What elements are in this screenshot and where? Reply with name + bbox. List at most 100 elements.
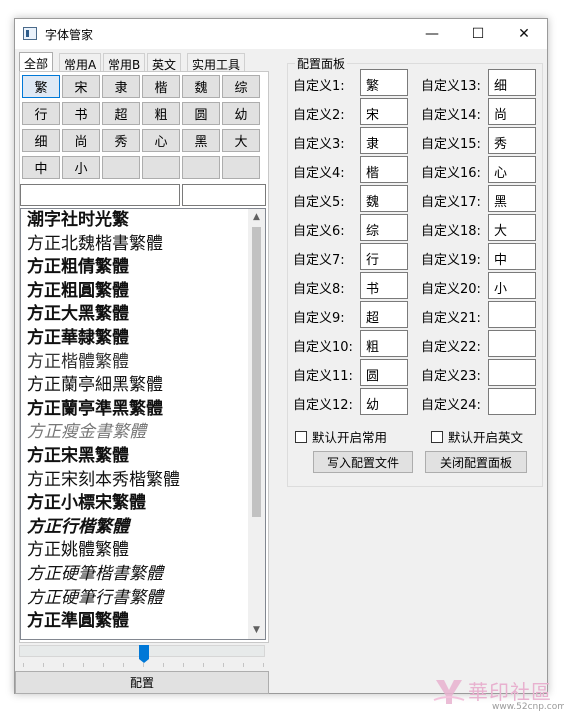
custom-field-20[interactable]: 小 [488, 272, 536, 299]
default-common-checkbox[interactable]: 默认开启常用 [295, 427, 387, 446]
font-button-繁[interactable]: 繁 [22, 75, 60, 98]
minimize-button[interactable]: — [409, 19, 455, 49]
font-button-隶[interactable]: 隶 [102, 75, 140, 98]
custom-label: 自定义24: [421, 398, 481, 413]
scroll-up-icon[interactable]: ▲ [248, 209, 265, 226]
custom-field-16[interactable]: 心 [488, 156, 536, 183]
font-button-黑[interactable]: 黑 [182, 129, 220, 152]
font-button-心[interactable]: 心 [142, 129, 180, 152]
list-item[interactable]: 方正硬筆行書繁體 [27, 587, 249, 611]
font-button-综[interactable]: 综 [222, 75, 260, 98]
list-item[interactable]: 方正粗倩繁體 [27, 256, 249, 280]
custom-field-14[interactable]: 尚 [488, 98, 536, 125]
tab-common-b[interactable]: 常用B [103, 53, 146, 72]
list-scrollbar[interactable]: ▲ ▼ [248, 209, 265, 639]
tab-common-a[interactable]: 常用A [59, 53, 102, 72]
scroll-down-icon[interactable]: ▼ [248, 622, 265, 639]
custom-field-21[interactable] [488, 301, 536, 328]
tab-tools[interactable]: 实用工具 [187, 53, 246, 72]
font-size-slider[interactable] [19, 643, 269, 673]
font-button-大[interactable]: 大 [222, 129, 260, 152]
tab-all[interactable]: 全部 [19, 52, 54, 72]
watermark-text: 華印社區 [468, 680, 552, 704]
custom-field-1[interactable]: 繁 [360, 69, 408, 96]
slider-tick [243, 663, 244, 667]
close-config-panel-button[interactable]: 关闭配置面板 [425, 451, 527, 473]
font-button-超[interactable]: 超 [102, 102, 140, 125]
custom-field-10[interactable]: 粗 [360, 330, 408, 357]
list-item[interactable]: 方正姚體繁體 [27, 539, 249, 563]
custom-field-6[interactable]: 综 [360, 214, 408, 241]
slider-handle[interactable] [139, 645, 149, 663]
custom-field-2[interactable]: 宋 [360, 98, 408, 125]
font-button-行[interactable]: 行 [22, 102, 60, 125]
custom-field-23[interactable] [488, 359, 536, 386]
font-button-楷[interactable]: 楷 [142, 75, 180, 98]
font-button-细[interactable]: 细 [22, 129, 60, 152]
font-listbox[interactable]: 潮字社时光繁 方正北魏楷書繁體 方正粗倩繁體 方正粗圓繁體 方正大黑繁體 方正華… [20, 208, 266, 640]
font-button-幼[interactable]: 幼 [222, 102, 260, 125]
custom-field-24[interactable] [488, 388, 536, 415]
default-english-checkbox[interactable]: 默认开启英文 [431, 427, 523, 446]
font-button-empty[interactable] [102, 156, 140, 179]
app-window: 字体管家 — ☐ ✕ 全部 常用A 常用B 英文 实用工具 繁 宋 隶 楷 魏 … [14, 18, 548, 694]
checkbox-box[interactable] [295, 430, 307, 443]
font-button-empty[interactable] [142, 156, 180, 179]
font-button-中[interactable]: 中 [22, 156, 60, 179]
custom-label: 自定义9: [293, 311, 345, 326]
font-button-书[interactable]: 书 [62, 102, 100, 125]
slider-tick [123, 663, 124, 667]
custom-field-18[interactable]: 大 [488, 214, 536, 241]
custom-field-12[interactable]: 幼 [360, 388, 408, 415]
font-button-圆[interactable]: 圆 [182, 102, 220, 125]
list-item[interactable]: 方正蘭亭準黑繁體 [27, 398, 249, 422]
font-button-empty[interactable] [182, 156, 220, 179]
custom-field-3[interactable]: 隶 [360, 127, 408, 154]
custom-field-13[interactable]: 细 [488, 69, 536, 96]
list-item[interactable]: 方正硬筆楷書繁體 [27, 563, 249, 587]
sample-text-input[interactable] [182, 184, 266, 206]
custom-field-15[interactable]: 秀 [488, 127, 536, 154]
list-item[interactable]: 方正大黑繁體 [27, 303, 249, 327]
scroll-thumb[interactable] [252, 227, 261, 517]
list-item[interactable]: 方正華隸繁體 [27, 327, 249, 351]
font-button-empty[interactable] [222, 156, 260, 179]
search-input[interactable] [20, 184, 180, 206]
custom-field-9[interactable]: 超 [360, 301, 408, 328]
custom-field-11[interactable]: 圆 [360, 359, 408, 386]
list-item[interactable]: 方正楷體繁體 [27, 351, 249, 375]
list-item[interactable]: 方正北魏楷書繁體 [27, 233, 249, 257]
font-button-宋[interactable]: 宋 [62, 75, 100, 98]
list-item[interactable]: 方正瘦金書繁體 [27, 421, 249, 445]
list-item[interactable]: 方正行楷繁體 [27, 516, 249, 540]
list-item[interactable]: 方正小標宋繁體 [27, 492, 249, 516]
slider-tick [163, 663, 164, 667]
font-button-小[interactable]: 小 [62, 156, 100, 179]
custom-field-8[interactable]: 书 [360, 272, 408, 299]
list-item[interactable]: 方正蘭亭細黑繁體 [27, 374, 249, 398]
custom-field-7[interactable]: 行 [360, 243, 408, 270]
custom-label: 自定义18: [421, 224, 481, 239]
font-button-尚[interactable]: 尚 [62, 129, 100, 152]
app-icon [23, 27, 37, 40]
custom-field-17[interactable]: 黑 [488, 185, 536, 212]
font-button-魏[interactable]: 魏 [182, 75, 220, 98]
slider-tick [23, 663, 24, 667]
tab-english[interactable]: 英文 [147, 53, 182, 72]
maximize-button[interactable]: ☐ [455, 19, 501, 49]
list-item[interactable]: 方正準圓繁體 [27, 610, 249, 634]
write-config-button[interactable]: 写入配置文件 [313, 451, 413, 473]
custom-field-4[interactable]: 楷 [360, 156, 408, 183]
custom-field-22[interactable] [488, 330, 536, 357]
list-item[interactable]: 潮字社时光繁 [27, 209, 249, 233]
custom-field-19[interactable]: 中 [488, 243, 536, 270]
list-item[interactable]: 方正粗圓繁體 [27, 280, 249, 304]
font-button-粗[interactable]: 粗 [142, 102, 180, 125]
config-button[interactable]: 配置 [15, 671, 269, 694]
list-item[interactable]: 方正宋黑繁體 [27, 445, 249, 469]
checkbox-box[interactable] [431, 430, 443, 443]
custom-field-5[interactable]: 魏 [360, 185, 408, 212]
font-button-秀[interactable]: 秀 [102, 129, 140, 152]
close-button[interactable]: ✕ [501, 19, 547, 49]
list-item[interactable]: 方正宋刻本秀楷繁體 [27, 469, 249, 493]
